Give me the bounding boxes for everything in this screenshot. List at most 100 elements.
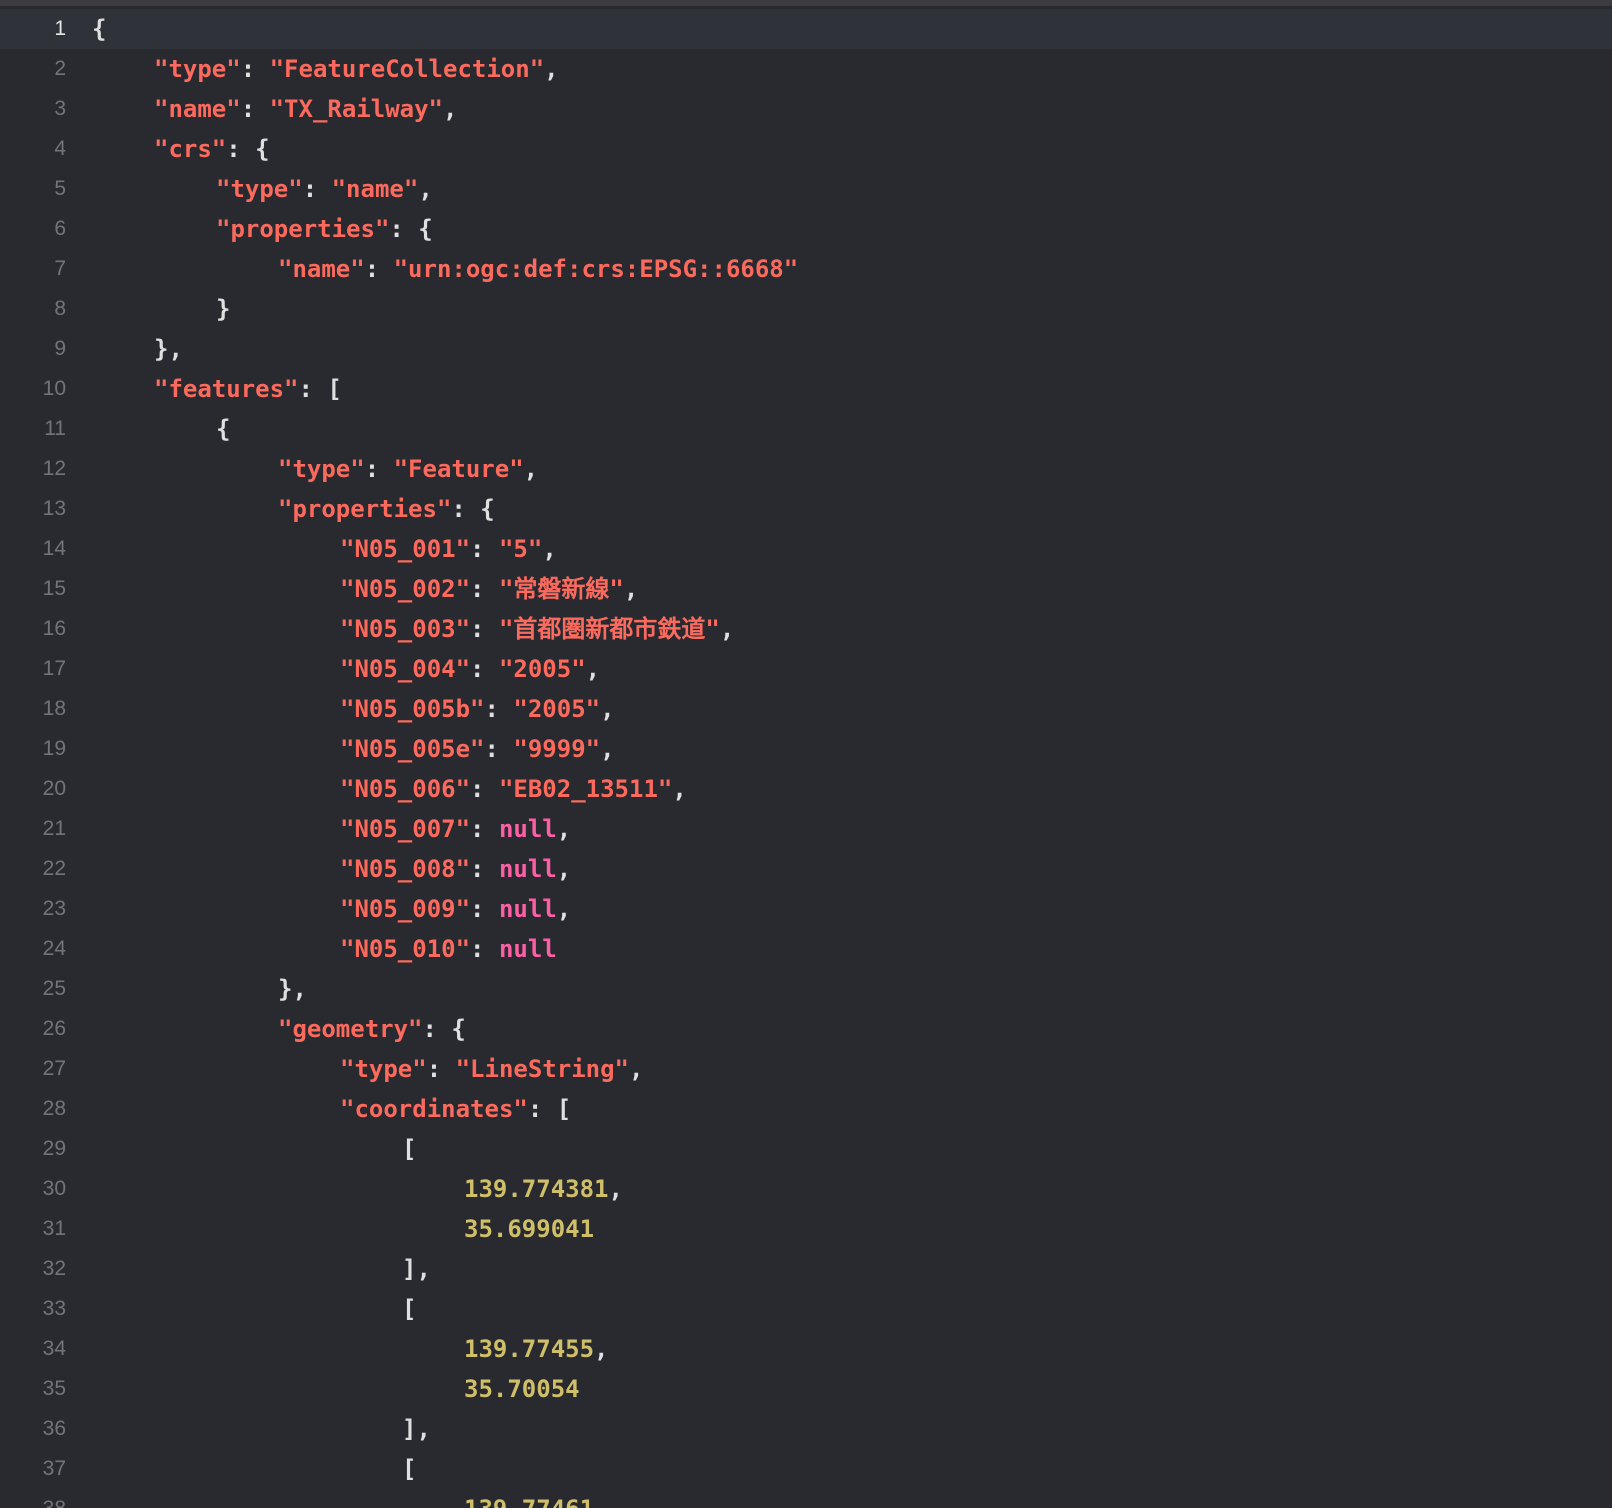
code-line[interactable]: 23 "N05_009": null, [0, 889, 1612, 929]
code-token: "LineString" [455, 1055, 629, 1083]
line-code: [ [402, 1449, 416, 1489]
code-line[interactable]: 25}, [0, 969, 1612, 1009]
code-token: , [585, 655, 601, 683]
code-token: : [ [298, 375, 342, 403]
code-line[interactable]: 26 "geometry": { [0, 1009, 1612, 1049]
line-number: 30 [42, 1177, 66, 1200]
code-line[interactable]: 31 35.699041 [0, 1209, 1612, 1249]
code-line[interactable]: 21 "N05_007": null, [0, 809, 1612, 849]
code-token: "N05_008" [340, 855, 471, 883]
code-token: "type" [216, 175, 303, 203]
line-code: ], [402, 1249, 431, 1289]
code-line[interactable]: 17 "N05_004": "2005", [0, 649, 1612, 689]
code-line[interactable]: 1{ [0, 9, 1612, 49]
line-code: "N05_005e": "9999", [340, 729, 615, 769]
code-line[interactable]: 34 139.77455, [0, 1329, 1612, 1369]
code-token: : [240, 55, 270, 83]
line-number: 10 [42, 377, 66, 400]
code-token: : [302, 175, 332, 203]
code-token: "N05_009" [340, 895, 471, 923]
code-line[interactable]: 32], [0, 1249, 1612, 1289]
line-number: 31 [42, 1217, 66, 1240]
line-number: 34 [42, 1337, 66, 1360]
code-token: "首都圏新都市鉄道" [498, 615, 720, 643]
code-line[interactable]: 35 35.70054 [0, 1369, 1612, 1409]
code-line[interactable]: 27 "type": "LineString", [0, 1049, 1612, 1089]
code-line[interactable]: 15 "N05_002": "常磐新線", [0, 569, 1612, 609]
code-token: [ [402, 1295, 417, 1323]
line-code: 139.77455, [464, 1329, 609, 1369]
line-code: "N05_008": null, [340, 849, 571, 889]
code-line[interactable]: 38 139.77461 [0, 1489, 1612, 1508]
line-number: 9 [54, 337, 66, 360]
line-code: 139.774381, [464, 1169, 623, 1209]
code-token: : [364, 255, 394, 283]
code-line[interactable]: 13 "properties": { [0, 489, 1612, 529]
line-code: "features": [ [154, 369, 342, 409]
editor-lines: 1{2 "type": "FeatureCollection", 3 "name": … [0, 9, 1612, 1508]
code-line[interactable]: 10 "features": [ [0, 369, 1612, 409]
code-token: : [470, 575, 499, 603]
code-line[interactable]: 33 [ [0, 1289, 1612, 1329]
code-line[interactable]: 4 "crs": { [0, 129, 1612, 169]
line-code: "name": "urn:ogc:def:crs:EPSG::6668" [278, 249, 798, 289]
code-line[interactable]: 3 "name": "TX_Railway", [0, 89, 1612, 129]
code-token: "N05_001" [340, 535, 471, 563]
code-line[interactable]: 30 139.774381, [0, 1169, 1612, 1209]
code-line[interactable]: 11 { [0, 409, 1612, 449]
code-token: : [484, 695, 514, 723]
line-code: 35.70054 [464, 1369, 580, 1409]
line-number: 21 [42, 817, 66, 840]
code-token: "name" [331, 175, 419, 203]
code-token: "type" [340, 1055, 427, 1083]
code-token: ], [402, 1415, 431, 1443]
code-line[interactable]: 12 "type": "Feature", [0, 449, 1612, 489]
code-line[interactable]: 16 "N05_003": "首都圏新都市鉄道", [0, 609, 1612, 649]
code-line[interactable]: 37 [ [0, 1449, 1612, 1489]
code-line[interactable]: 28 "coordinates": [ [0, 1089, 1612, 1129]
line-number: 11 [44, 417, 66, 440]
code-line[interactable]: 20 "N05_006": "EB02_13511", [0, 769, 1612, 809]
line-code: "N05_006": "EB02_13511", [340, 769, 687, 809]
line-number: 5 [54, 177, 66, 200]
code-line[interactable]: 5 "type": "name", [0, 169, 1612, 209]
code-line[interactable]: 7 "name": "urn:ogc:def:crs:EPSG::6668" [0, 249, 1612, 289]
line-number: 4 [54, 137, 66, 160]
line-number: 38 [0, 1489, 66, 1508]
code-token: : [470, 815, 499, 843]
line-number: 14 [42, 537, 66, 560]
code-token: : [470, 655, 499, 683]
code-token: "2005" [498, 655, 586, 683]
code-token: "coordinates" [340, 1095, 528, 1123]
code-line[interactable]: 14 "N05_001": "5", [0, 529, 1612, 569]
code-token: "features" [154, 375, 299, 403]
line-number: 16 [42, 617, 66, 640]
code-line[interactable]: 19 "N05_005e": "9999", [0, 729, 1612, 769]
code-token: "N05_007" [340, 815, 471, 843]
code-token: "N05_003" [340, 615, 471, 643]
code-line[interactable]: 24 "N05_010": null [0, 929, 1612, 969]
code-line[interactable]: 9}, [0, 329, 1612, 369]
code-line[interactable]: 2 "type": "FeatureCollection", [0, 49, 1612, 89]
line-code: "crs": { [154, 129, 270, 169]
code-token: : { [389, 215, 433, 243]
code-editor[interactable]: 1{2 "type": "FeatureCollection", 3 "name": … [0, 0, 1612, 1508]
code-token: , [623, 575, 639, 603]
code-token: 35.699041 [464, 1215, 595, 1243]
code-token: }, [278, 975, 307, 1003]
line-number: 18 [42, 697, 66, 720]
line-number: 23 [42, 897, 66, 920]
code-line[interactable]: 18 "N05_005b": "2005", [0, 689, 1612, 729]
code-token: ], [402, 1255, 431, 1283]
code-line[interactable]: 6 "properties": { [0, 209, 1612, 249]
code-line[interactable]: 29 [ [0, 1129, 1612, 1169]
line-number: 15 [42, 577, 66, 600]
code-line[interactable]: 8} [0, 289, 1612, 329]
code-line[interactable]: 22 "N05_008": null, [0, 849, 1612, 889]
line-code: "properties": { [278, 489, 495, 529]
line-number: 24 [42, 937, 66, 960]
code-token: : [470, 935, 499, 963]
line-number: 1 [54, 17, 66, 40]
code-token: "type" [154, 55, 241, 83]
code-line[interactable]: 36], [0, 1409, 1612, 1449]
